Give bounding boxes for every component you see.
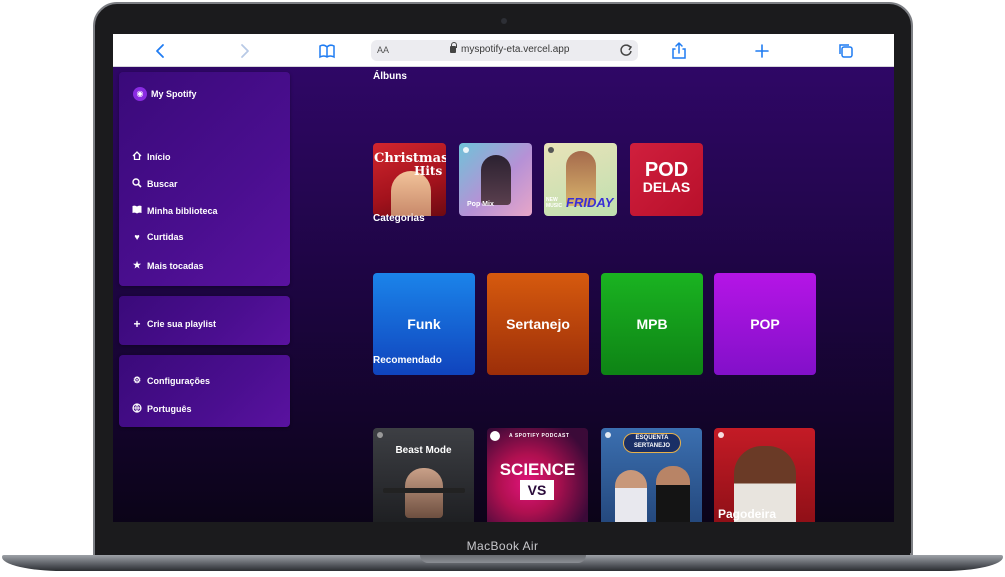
sidebar-item-inicio[interactable]: Início xyxy=(131,151,171,162)
chevron-right-icon[interactable] xyxy=(233,40,255,62)
sidebar-settings-panel xyxy=(119,355,290,427)
plus-icon: + xyxy=(133,317,141,331)
share-icon[interactable] xyxy=(668,40,690,62)
spotify-icon xyxy=(605,432,611,438)
device-label: MacBook Air xyxy=(466,539,539,553)
search-icon xyxy=(131,178,143,190)
recommended-title-line2: VS xyxy=(520,480,554,500)
album-card[interactable]: NEW MUSIC FRIDAY xyxy=(544,143,617,216)
sidebar-item-configuracoes[interactable]: ⚙ Configurações xyxy=(131,375,210,386)
recommended-card[interactable]: ESQUENTA SERTANEJO xyxy=(601,428,702,522)
app-logo[interactable]: ◉ My Spotify xyxy=(133,87,197,101)
recommended-title-line1: SCIENCE xyxy=(499,460,576,479)
sidebar-item-label: Minha biblioteca xyxy=(147,205,218,216)
home-icon xyxy=(131,151,143,162)
category-label: MPB xyxy=(636,316,668,332)
category-card-pop[interactable]: POP xyxy=(714,273,816,375)
album-art-figure xyxy=(615,470,647,522)
album-caption: FRIDAY xyxy=(566,195,614,210)
podcast-icon xyxy=(490,431,500,441)
sidebar-item-label: Buscar xyxy=(147,179,178,189)
spotify-icon xyxy=(548,147,554,153)
recommended-title: Pagodeira xyxy=(718,507,777,521)
recommended-card[interactable]: Beast Mode xyxy=(373,428,474,522)
sidebar-item-label: Curtidas xyxy=(147,232,184,242)
camera xyxy=(501,18,507,24)
recommended-card[interactable]: A SPOTIFY PODCAST SCIENCE VS xyxy=(487,428,588,522)
book-icon[interactable] xyxy=(316,40,338,62)
podcast-label: A SPOTIFY PODCAST xyxy=(509,433,570,439)
globe-icon xyxy=(131,403,143,415)
sidebar-item-curtidas[interactable]: ♥ Curtidas xyxy=(131,232,184,242)
screen: AA myspotify-eta.vercel.app ◉ My Spotify xyxy=(113,34,894,522)
album-small-label: NEW MUSIC xyxy=(546,197,563,209)
category-card-sertanejo[interactable]: Sertanejo xyxy=(487,273,589,375)
barbell-graphic xyxy=(383,488,465,493)
album-art-figure xyxy=(656,466,690,522)
create-playlist-label: Crie sua playlist xyxy=(147,319,217,329)
spotify-icon xyxy=(463,147,469,153)
heart-icon: ♥ xyxy=(134,232,140,242)
library-icon xyxy=(131,205,143,216)
logo-icon: ◉ xyxy=(133,87,147,101)
create-playlist-button[interactable]: + Crie sua playlist xyxy=(131,317,216,331)
star-icon: ★ xyxy=(132,260,142,270)
category-label: Sertanejo xyxy=(506,316,570,332)
plus-icon[interactable] xyxy=(751,40,773,62)
album-title-line2: DELAS xyxy=(642,179,691,195)
sidebar-item-buscar[interactable]: Buscar xyxy=(131,178,178,190)
lock-icon xyxy=(450,42,457,53)
sidebar-item-portugues[interactable]: Português xyxy=(131,403,192,415)
sidebar-item-mais-tocadas[interactable]: ★ Mais tocadas xyxy=(131,260,204,271)
spotify-icon xyxy=(718,432,724,438)
section-title-categories: Categorias xyxy=(373,213,425,224)
category-label: Funk xyxy=(407,316,441,332)
album-art-figure xyxy=(481,155,511,205)
url-text[interactable]: myspotify-eta.vercel.app xyxy=(461,44,569,55)
sidebar-item-label: Mais tocadas xyxy=(147,260,204,271)
sidebar-item-biblioteca[interactable]: Minha biblioteca xyxy=(131,205,218,216)
app-window: ◉ My Spotify Início Buscar Minha bibliot… xyxy=(113,67,894,522)
album-title-line2: Hits xyxy=(414,164,443,178)
recommended-title-line2: SERTANEJO xyxy=(633,443,671,449)
app-name: My Spotify xyxy=(151,89,197,99)
base-notch xyxy=(420,555,586,563)
album-card[interactable]: Christmas Hits xyxy=(373,143,446,216)
album-card[interactable]: Pop Mix xyxy=(459,143,532,216)
section-title-recommended: Recomendado xyxy=(373,355,442,366)
recommended-title: Beast Mode xyxy=(395,445,452,456)
category-label: POP xyxy=(750,316,780,332)
album-caption: Pop Mix xyxy=(467,201,494,208)
chevron-left-icon[interactable] xyxy=(150,40,172,62)
spotify-icon xyxy=(377,432,383,438)
album-title-line1: POD xyxy=(644,159,689,181)
reader-aa-button[interactable]: AA xyxy=(377,45,389,55)
album-card[interactable]: POD DELAS xyxy=(630,143,703,216)
reload-icon[interactable] xyxy=(619,42,633,61)
album-art-figure xyxy=(405,468,443,518)
sidebar-item-label: Português xyxy=(147,404,192,414)
tabs-icon[interactable] xyxy=(835,40,857,62)
sidebar-item-label: Configurações xyxy=(147,375,211,386)
address-bar[interactable]: AA myspotify-eta.vercel.app xyxy=(371,40,638,61)
browser-toolbar: AA myspotify-eta.vercel.app xyxy=(113,34,894,67)
gear-icon: ⚙ xyxy=(132,375,142,385)
category-card-mpb[interactable]: MPB xyxy=(601,273,703,375)
recommended-title-line1: ESQUENTA xyxy=(635,435,669,441)
recommended-card[interactable]: Pagodeira xyxy=(714,428,815,522)
section-title-albums: Álbuns xyxy=(373,71,407,82)
sidebar-item-label: Início xyxy=(147,151,171,162)
